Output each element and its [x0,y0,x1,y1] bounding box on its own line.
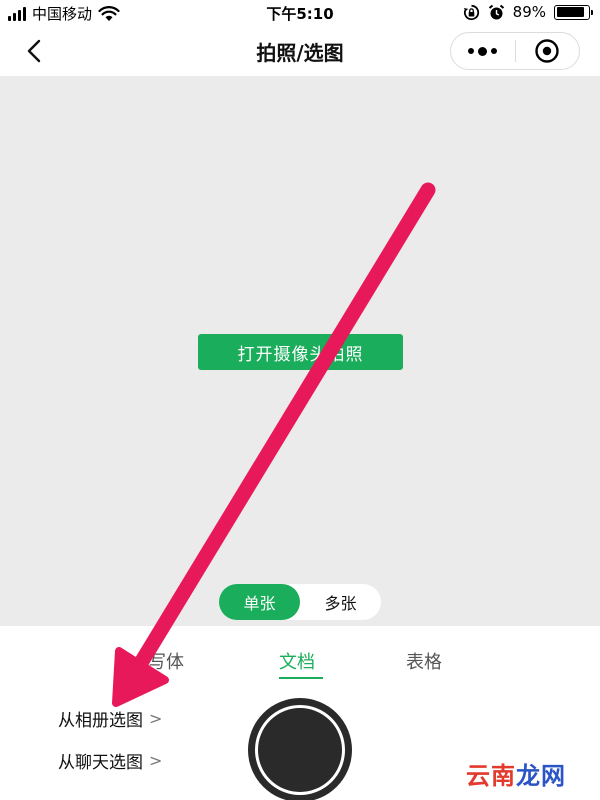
active-tab-indicator [279,677,323,679]
battery-fill [556,7,585,17]
close-button[interactable] [516,33,580,69]
watermark-part-1: 云南 [466,762,516,790]
pick-from-chat[interactable]: 从聊天选图 > [58,748,162,773]
watermark-logo: 云南龙网 [466,756,566,791]
mini-program-capsule [450,32,580,70]
pick-from-album-label: 从相册选图 [58,711,143,731]
shutter-button[interactable] [248,698,352,800]
tab-handwriting[interactable]: 写体 [148,648,184,674]
battery-icon [554,4,593,20]
alarm-icon [488,4,504,19]
status-bar: 中国移动 下午5:10 89% [0,0,600,26]
tab-table[interactable]: 表格 [406,648,442,674]
rotation-lock-icon [463,4,479,20]
target-close-icon [535,39,559,63]
mode-multiple[interactable]: 多张 [300,584,381,620]
battery-percent: 89% [512,3,546,21]
more-dots-icon [468,46,498,56]
status-right: 89% [463,3,593,21]
shot-mode-toggle: 单张 多张 [219,584,381,620]
mode-single[interactable]: 单张 [219,584,300,620]
watermark-part-2: 龙网 [516,762,566,790]
chevron-right-icon: > [149,709,163,728]
tab-document[interactable]: 文档 [279,648,315,674]
open-camera-button[interactable]: 打开摄像头拍照 [198,334,403,370]
camera-preview: 打开摄像头拍照 单张 多张 [0,76,600,626]
more-button[interactable] [451,33,515,69]
nav-bar: 拍照/选图 [0,26,600,76]
pick-from-chat-label: 从聊天选图 [58,753,143,773]
shutter-ring [255,705,345,795]
pick-from-album[interactable]: 从相册选图 > [58,706,162,731]
chevron-right-icon: > [149,751,163,770]
